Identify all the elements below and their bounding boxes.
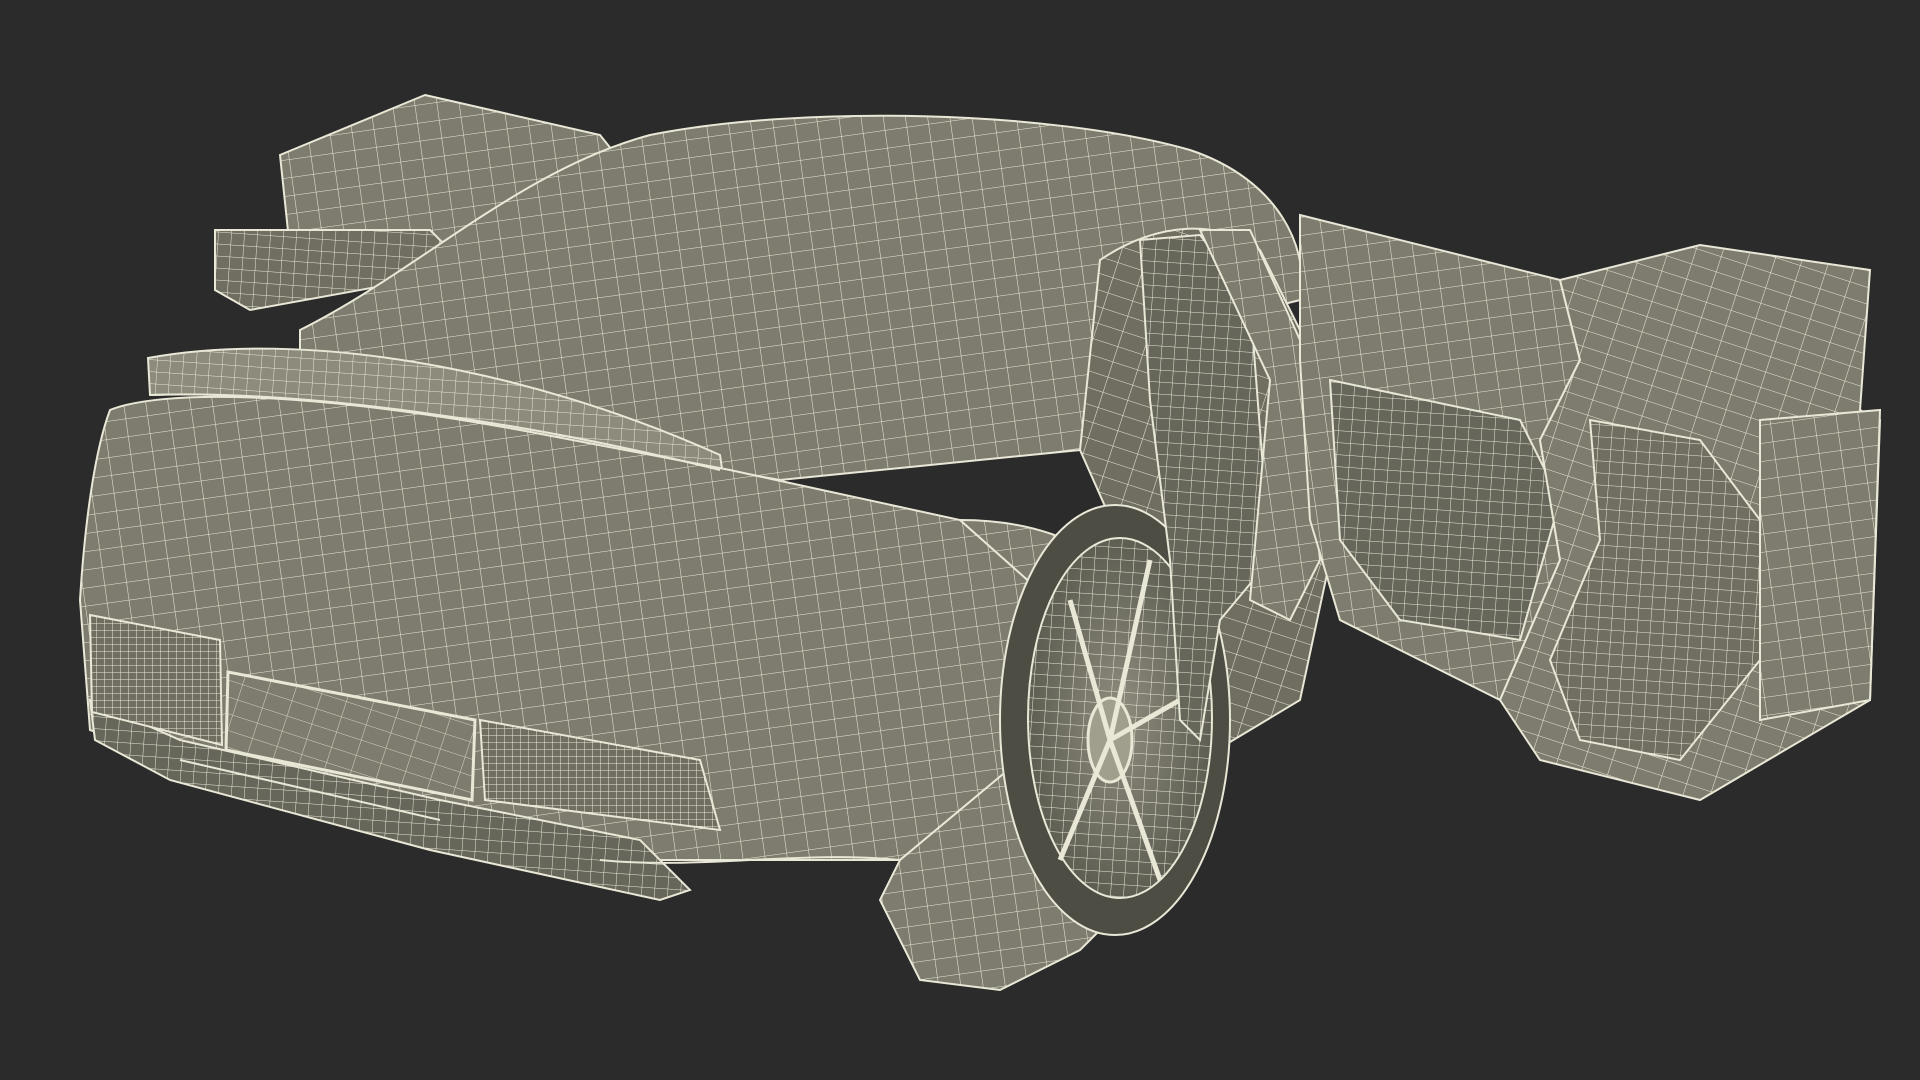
wireframe-car-render: [78, 93, 1882, 992]
render-viewport: [0, 0, 1920, 1080]
